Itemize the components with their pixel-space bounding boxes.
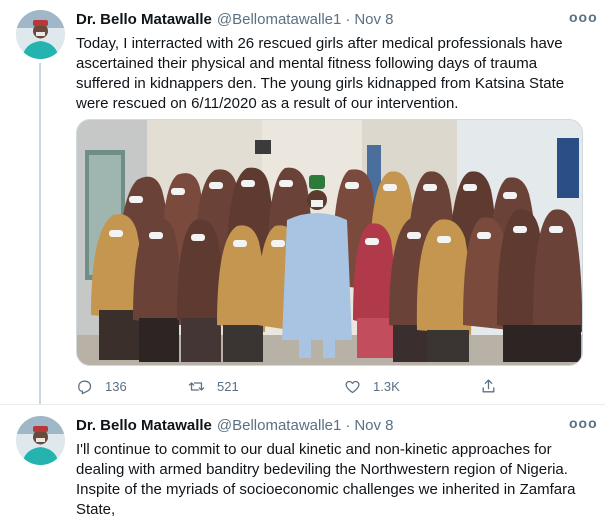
author-name[interactable]: Dr. Bello Matawalle: [76, 417, 212, 435]
tweet[interactable]: Dr. Bello Matawalle @Bellomatawalle1 · N…: [0, 0, 605, 404]
reply-count: 136: [105, 378, 127, 394]
separator: ·: [345, 11, 351, 28]
retweet-icon: [188, 381, 205, 391]
tweet-header: Dr. Bello Matawalle @Bellomatawalle1 · N…: [76, 11, 591, 29]
tweet-text: Today, I interracted with 26 rescued gir…: [76, 35, 569, 112]
avatar[interactable]: [16, 10, 65, 59]
tweet-date[interactable]: Nov 8: [354, 11, 393, 29]
tweet-content: Dr. Bello Matawalle @Bellomatawalle1 · N…: [76, 416, 597, 519]
tweet-actions: 136 521 1.3K: [76, 376, 496, 396]
reply-icon: [78, 380, 92, 394]
tweet-content: Dr. Bello Matawalle @Bellomatawalle1 · N…: [76, 10, 597, 114]
tweet-photo[interactable]: [76, 119, 583, 366]
share-icon: [482, 378, 495, 392]
like-button[interactable]: 1.3K: [344, 376, 400, 396]
more-icon[interactable]: ooo: [569, 416, 597, 435]
like-count: 1.3K: [373, 378, 400, 394]
thread-line: [39, 63, 41, 404]
author-name[interactable]: Dr. Bello Matawalle: [76, 11, 212, 29]
author-handle[interactable]: @Bellomatawalle1: [217, 11, 341, 29]
retweet-count: 521: [217, 378, 239, 394]
more-icon[interactable]: ooo: [569, 10, 597, 29]
tweet[interactable]: Dr. Bello Matawalle @Bellomatawalle1 · N…: [0, 404, 605, 519]
reply-button[interactable]: 136: [76, 376, 127, 396]
retweet-button[interactable]: 521: [188, 376, 239, 396]
avatar[interactable]: [16, 416, 65, 465]
tweet-header: Dr. Bello Matawalle @Bellomatawalle1 · N…: [76, 417, 591, 435]
separator: ·: [345, 417, 351, 434]
author-handle[interactable]: @Bellomatawalle1: [217, 417, 341, 435]
tweet-date[interactable]: Nov 8: [354, 417, 393, 435]
like-icon: [345, 380, 360, 393]
tweet-text: I'll continue to commit to our dual kine…: [76, 441, 580, 518]
share-button[interactable]: [480, 376, 509, 396]
